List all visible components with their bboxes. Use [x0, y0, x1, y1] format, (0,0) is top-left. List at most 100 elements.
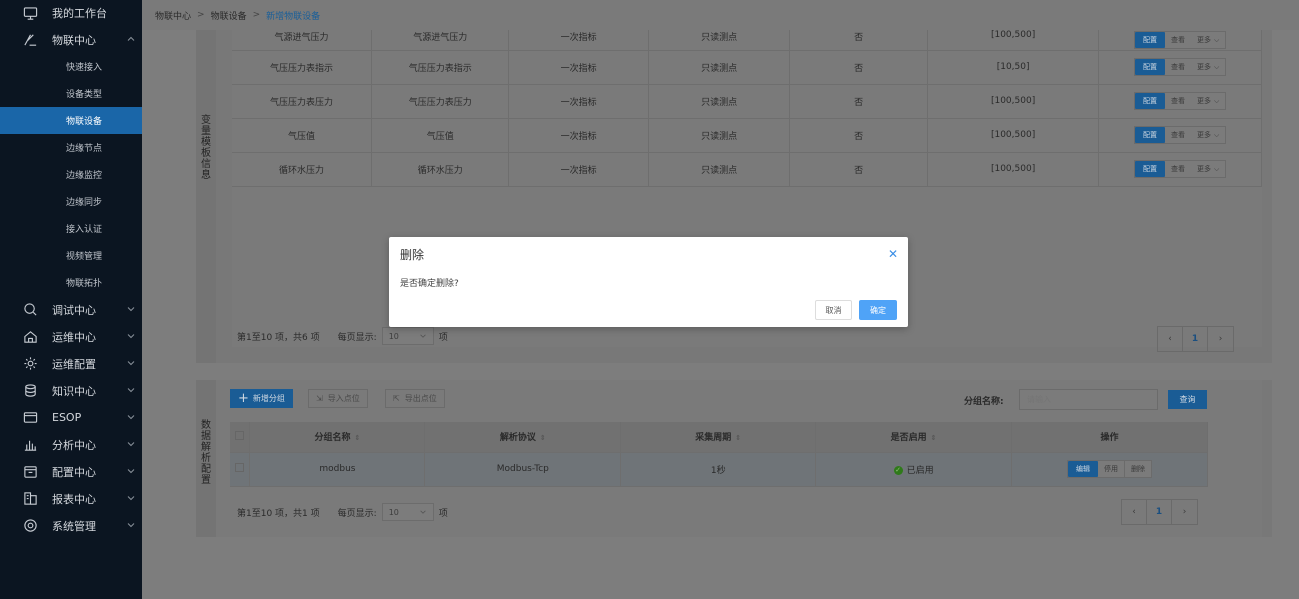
sidebar-subitem[interactable]: 物联拓扑: [0, 269, 142, 296]
config-button[interactable]: 配置: [1135, 59, 1166, 75]
panel-label-char: 变: [201, 115, 211, 126]
select-all-checkbox[interactable]: [235, 430, 245, 440]
table-cell-code: 气压压力表压力: [371, 84, 510, 119]
sidebar-group-2[interactable]: 运维配置: [0, 350, 142, 377]
sidebar-group-0[interactable]: 调试中心: [0, 296, 142, 323]
import-points-button[interactable]: ⇲ 导入点位: [308, 389, 368, 408]
sidebar-group-7[interactable]: 报表中心: [0, 485, 142, 512]
sidebar-subitem[interactable]: 边缘同步: [0, 188, 142, 215]
page-number-button[interactable]: 1: [1183, 327, 1208, 351]
sidebar-subitem[interactable]: 边缘节点: [0, 134, 142, 161]
data-parse-label: 数据解析配置: [196, 380, 216, 537]
chevron-down-icon: [126, 385, 136, 395]
sidebar-item-workbench[interactable]: 我的工作台: [0, 0, 142, 26]
pager-summary: 第1至10 项，共6 项: [237, 332, 320, 343]
more-dropdown[interactable]: 更多 ⌵: [1191, 161, 1225, 177]
table-cell-code: 气源进气压力: [371, 30, 510, 51]
close-icon[interactable]: ✕: [888, 247, 898, 261]
sidebar-item-label: 报表中心: [52, 492, 96, 506]
column-header[interactable]: 采集周期 ⇕: [620, 422, 817, 453]
row-actions: 配置 查看 更多 ⌵: [1099, 30, 1261, 49]
view-button[interactable]: 查看: [1165, 127, 1191, 143]
bar-chart-icon: [22, 437, 38, 453]
per-page-value: 10: [388, 507, 399, 517]
table-cell-type: 一次指标: [508, 152, 649, 187]
page-number-button[interactable]: 1: [1147, 500, 1172, 524]
sidebar-group-8[interactable]: 系统管理: [0, 512, 142, 539]
prev-page-button[interactable]: ‹: [1122, 500, 1147, 524]
group-name-input[interactable]: [1019, 389, 1158, 410]
monitor-icon: [22, 5, 38, 21]
sidebar-item-label: 调试中心: [52, 303, 96, 317]
breadcrumb-item[interactable]: 物联设备: [211, 9, 247, 22]
sidebar-subitem[interactable]: 快速接入: [0, 53, 142, 80]
sidebar-group-iot[interactable]: 物联中心: [0, 26, 142, 53]
sidebar-subitem[interactable]: 设备类型: [0, 80, 142, 107]
panel-label-char: 息: [201, 170, 211, 181]
prev-page-button[interactable]: ‹: [1158, 327, 1183, 351]
sidebar-subitem[interactable]: 接入认证: [0, 215, 142, 242]
more-dropdown[interactable]: 更多 ⌵: [1191, 93, 1225, 109]
chevron-up-icon: [127, 36, 135, 41]
add-group-label: 新增分组: [252, 394, 285, 403]
cancel-button[interactable]: 取消: [815, 300, 852, 320]
more-dropdown[interactable]: 更多 ⌵: [1191, 127, 1225, 143]
sort-icon: ⇕: [539, 434, 546, 443]
per-page-label: 每页显示:: [337, 332, 377, 343]
delete-button[interactable]: 删除: [1125, 461, 1151, 477]
sidebar-group-4[interactable]: ESOP: [0, 404, 142, 431]
chevron-down-icon: ⌵: [1214, 131, 1220, 139]
more-dropdown[interactable]: 更多 ⌵: [1191, 32, 1225, 48]
chevron-down-icon: [126, 358, 136, 368]
breadcrumb-item[interactable]: 物联中心: [155, 9, 191, 22]
export-points-button[interactable]: ⇱ 导出点位: [385, 389, 445, 408]
view-button[interactable]: 查看: [1165, 32, 1191, 48]
query-button[interactable]: 查询: [1168, 390, 1207, 409]
table-cell-group_name: modbus: [249, 452, 426, 487]
sidebar-item-label: 系统管理: [52, 519, 96, 533]
panel-label-char: 量: [201, 126, 211, 137]
sidebar-subitem[interactable]: 视频管理: [0, 242, 142, 269]
next-page-button[interactable]: ›: [1208, 327, 1233, 351]
breadcrumb-separator: >: [197, 10, 205, 20]
row-checkbox[interactable]: [235, 463, 245, 472]
column-header[interactable]: 是否启用 ⇕: [815, 422, 1013, 453]
group-pagination: ‹ 1 ›: [1121, 499, 1198, 525]
table-cell-code: 气压压力表指示: [371, 50, 510, 85]
column-header[interactable]: 分组名称 ⇕: [249, 422, 426, 453]
next-page-button[interactable]: ›: [1172, 500, 1197, 524]
more-dropdown[interactable]: 更多 ⌵: [1191, 59, 1225, 75]
sidebar-item-label: 物联中心: [52, 33, 96, 47]
table-cell-type: 一次指标: [508, 118, 649, 153]
view-button[interactable]: 查看: [1165, 161, 1191, 177]
config-button[interactable]: 配置: [1135, 127, 1166, 143]
per-page-select[interactable]: 10: [381, 327, 434, 345]
debug-icon: [22, 302, 38, 318]
group-pager: 第1至10 项，共1 项 每页显示: 10 项: [237, 503, 448, 521]
per-page-select[interactable]: 10: [381, 503, 434, 521]
action-group: 配置 查看 更多 ⌵: [1134, 92, 1227, 110]
config-button[interactable]: 配置: [1135, 93, 1166, 109]
table-cell-name: 气压压力表压力: [232, 84, 372, 119]
confirm-button[interactable]: 确定: [859, 300, 897, 320]
sidebar-subitem[interactable]: 边缘监控: [0, 161, 142, 188]
import-icon: ⇲: [316, 394, 323, 403]
column-header: 操作: [1011, 422, 1208, 453]
sidebar-group-6[interactable]: 配置中心: [0, 458, 142, 485]
report-icon: [22, 491, 38, 507]
disable-button[interactable]: 停用: [1098, 461, 1126, 477]
delete-confirm-dialog: 删除 ✕ 是否确定删除? 取消 确定: [389, 237, 908, 327]
sidebar-group-3[interactable]: 知识中心: [0, 377, 142, 404]
view-button[interactable]: 查看: [1165, 59, 1191, 75]
dialog-message: 是否确定删除?: [400, 279, 459, 289]
column-header[interactable]: 解析协议 ⇕: [424, 422, 622, 453]
add-group-button[interactable]: + 新增分组: [230, 389, 293, 408]
column-header-label: 是否启用: [890, 433, 927, 444]
config-button[interactable]: 配置: [1135, 161, 1166, 177]
edit-button[interactable]: 编辑: [1068, 461, 1099, 477]
view-button[interactable]: 查看: [1165, 93, 1191, 109]
sidebar-group-1[interactable]: 运维中心: [0, 323, 142, 350]
config-button[interactable]: 配置: [1135, 31, 1166, 48]
sidebar-subitem[interactable]: 物联设备: [0, 107, 142, 134]
sidebar-group-5[interactable]: 分析中心: [0, 431, 142, 458]
